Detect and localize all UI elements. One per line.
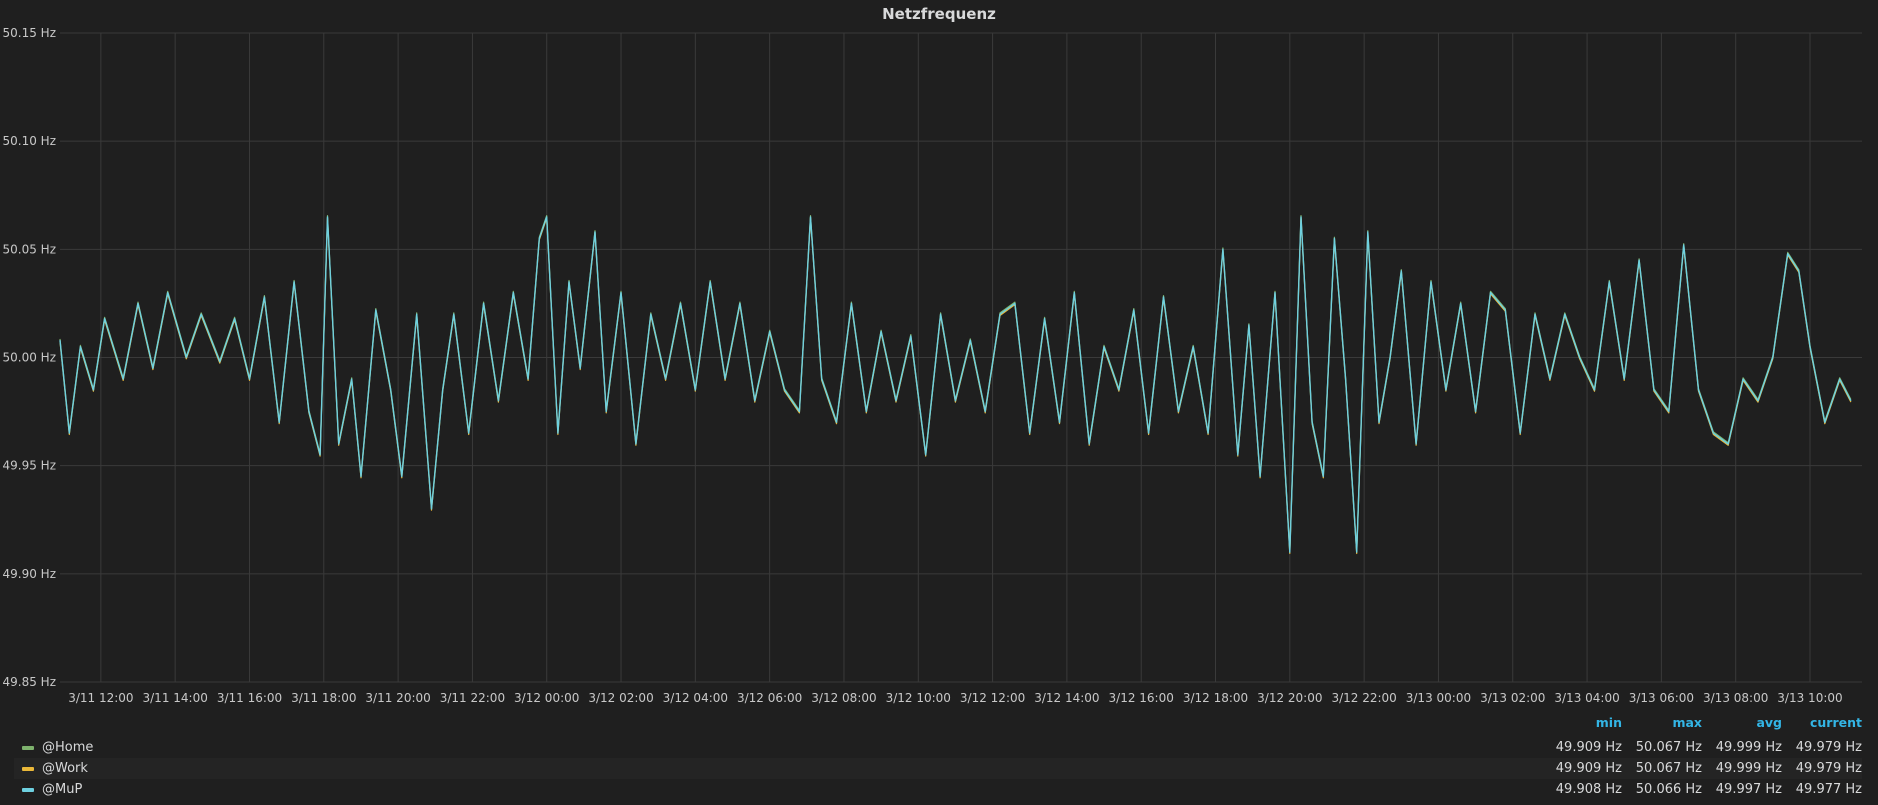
legend-min-value: 49.909 Hz <box>1555 761 1622 776</box>
series-color-swatch[interactable] <box>22 766 34 771</box>
y-tick-label: 50.00 Hz <box>3 351 57 365</box>
x-tick-label: 3/13 06:00 <box>1629 691 1694 705</box>
x-tick-label: 3/11 12:00 <box>68 691 133 705</box>
x-tick-label: 3/12 02:00 <box>588 691 653 705</box>
y-tick-label: 50.15 Hz <box>3 26 57 40</box>
x-axis: 3/11 12:00 3/11 14:00 3/11 16:00 3/11 18:00… <box>68 691 1842 705</box>
x-tick-label: 3/12 00:00 <box>514 691 579 705</box>
legend-header-min[interactable]: min <box>1542 715 1622 731</box>
legend-avg-value: 49.999 Hz <box>1715 761 1782 776</box>
series-color-swatch[interactable] <box>22 787 34 792</box>
y-axis: 50.15 Hz 50.10 Hz 50.05 Hz 50.00 Hz 49.95 Hz… <box>3 26 57 689</box>
x-tick-label: 3/13 02:00 <box>1480 691 1545 705</box>
legend-series-name[interactable]: @MuP <box>42 782 1542 797</box>
x-tick-label: 3/11 16:00 <box>217 691 282 705</box>
x-tick-label: 3/12 10:00 <box>886 691 951 705</box>
legend-max-value: 50.067 Hz <box>1635 740 1702 755</box>
x-tick-label: 3/13 00:00 <box>1406 691 1471 705</box>
y-tick-label: 49.90 Hz <box>3 567 57 581</box>
series-color-swatch[interactable] <box>22 745 34 750</box>
x-tick-label: 3/13 10:00 <box>1777 691 1842 705</box>
legend-header-avg[interactable]: avg <box>1702 715 1782 731</box>
x-tick-label: 3/12 08:00 <box>811 691 876 705</box>
y-tick-label: 49.95 Hz <box>3 459 57 473</box>
x-tick-label: 3/13 04:00 <box>1554 691 1619 705</box>
legend-header-max[interactable]: max <box>1622 715 1702 731</box>
legend-max-value: 50.066 Hz <box>1635 782 1702 797</box>
x-tick-label: 3/11 14:00 <box>143 691 208 705</box>
legend-min-value: 49.908 Hz <box>1555 782 1622 797</box>
x-tick-label: 3/12 20:00 <box>1257 691 1322 705</box>
legend-current-value: 49.979 Hz <box>1795 761 1862 776</box>
legend-row-mup[interactable]: @MuP 49.908 Hz 50.066 Hz 49.997 Hz 49.97… <box>14 779 1862 800</box>
legend-current-value: 49.977 Hz <box>1795 782 1862 797</box>
legend-series-name[interactable]: @Work <box>42 761 1542 776</box>
y-tick-label: 50.10 Hz <box>3 134 57 148</box>
legend-header: min max avg current <box>1542 715 1862 731</box>
grid-lines <box>60 32 1862 683</box>
legend-row-work[interactable]: @Work 49.909 Hz 50.067 Hz 49.999 Hz 49.9… <box>14 758 1862 779</box>
series-lines <box>59 215 1852 555</box>
legend-row-home[interactable]: @Home 49.909 Hz 50.067 Hz 49.999 Hz 49.9… <box>14 737 1862 758</box>
series-line-work[interactable] <box>59 217 1852 555</box>
legend-avg-value: 49.997 Hz <box>1715 782 1782 797</box>
x-tick-label: 3/12 04:00 <box>663 691 728 705</box>
x-tick-label: 3/11 22:00 <box>440 691 505 705</box>
x-tick-label: 3/12 14:00 <box>1034 691 1099 705</box>
legend-min-value: 49.909 Hz <box>1555 740 1622 755</box>
x-tick-label: 3/11 18:00 <box>291 691 356 705</box>
legend-table: min max avg current @Home 49.909 Hz 50.0… <box>0 711 1878 805</box>
legend-current-value: 49.979 Hz <box>1795 740 1862 755</box>
x-tick-label: 3/12 06:00 <box>737 691 802 705</box>
x-tick-label: 3/12 18:00 <box>1183 691 1248 705</box>
frequency-chart: 50.15 Hz 50.10 Hz 50.05 Hz 50.00 Hz 49.95 Hz… <box>3 26 1862 705</box>
legend-header-current[interactable]: current <box>1782 715 1862 731</box>
x-tick-label: 3/12 22:00 <box>1331 691 1396 705</box>
y-tick-label: 49.85 Hz <box>3 675 57 689</box>
legend-series-name[interactable]: @Home <box>42 740 1542 755</box>
legend-max-value: 50.067 Hz <box>1635 761 1702 776</box>
y-tick-label: 50.05 Hz <box>3 242 57 256</box>
x-tick-label: 3/12 16:00 <box>1109 691 1174 705</box>
series-line-home[interactable] <box>59 215 1852 552</box>
series-line-mup[interactable] <box>59 216 1852 553</box>
legend-avg-value: 49.999 Hz <box>1715 740 1782 755</box>
x-tick-label: 3/13 08:00 <box>1703 691 1768 705</box>
graph-panel: Netzfrequenz 50.15 Hz 50.10 Hz 50.05 Hz 50.… <box>0 0 1878 805</box>
x-tick-label: 3/11 20:00 <box>365 691 430 705</box>
x-tick-label: 3/12 12:00 <box>960 691 1025 705</box>
